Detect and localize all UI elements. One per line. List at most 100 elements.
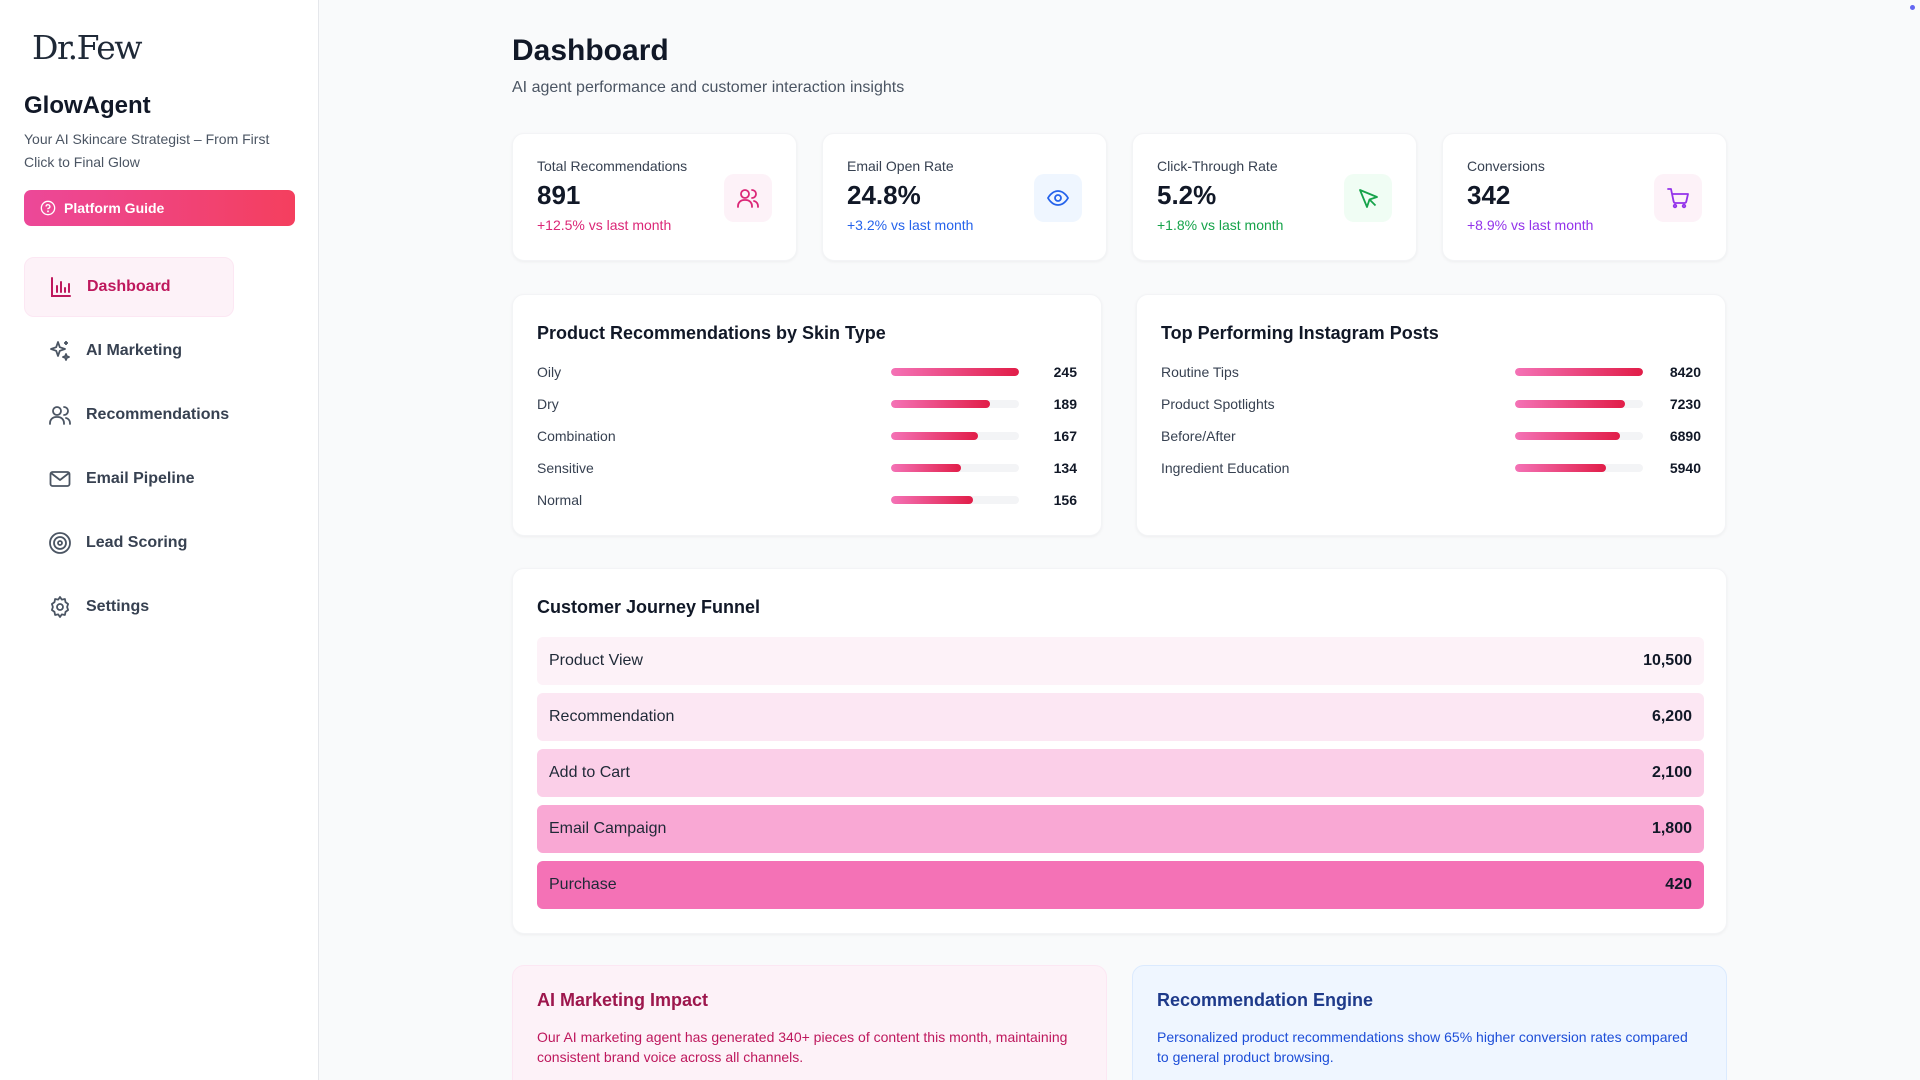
mail-icon [49, 471, 71, 487]
bar-value: 156 [1053, 492, 1077, 508]
bar-value: 8420 [1669, 364, 1701, 380]
bar-fill [1515, 464, 1606, 472]
bar-row: Before/After 6890 [1161, 426, 1701, 446]
instagram-panel: Top Performing Instagram Posts Routine T… [1136, 294, 1726, 536]
bar-value: 6890 [1669, 428, 1701, 444]
bar-row: Ingredient Education 5940 [1161, 458, 1701, 478]
stat-label: Total Recommendations [537, 158, 688, 174]
stat-card-click-through-rate: Click-Through Rate 5.2% +1.8% vs last mo… [1132, 133, 1417, 261]
sidebar-item-ai-marketing[interactable]: AI Marketing [24, 321, 234, 381]
funnel-stage: Email Campaign 1,800 [537, 805, 1704, 853]
bar-row: Product Spotlights 7230 [1161, 394, 1701, 414]
stat-card-recommendations: Total Recommendations 891 +12.5% vs last… [512, 133, 797, 261]
funnel-stage-label: Email Campaign [549, 820, 667, 837]
ai-marketing-impact-card: AI Marketing Impact Our AI marketing age… [512, 965, 1107, 1080]
sidebar-item-lead-scoring[interactable]: Lead Scoring [24, 513, 234, 573]
bar-fill [891, 496, 973, 504]
help-circle-icon [40, 200, 56, 216]
bar-value: 189 [1053, 396, 1077, 412]
funnel-stage: Product View 10,500 [537, 637, 1704, 685]
bar-row: Sensitive 134 [537, 458, 1077, 478]
bar-value: 7230 [1669, 396, 1701, 412]
bar-track [891, 432, 1019, 440]
target-icon [49, 532, 71, 554]
funnel-stage-value: 10,500 [1643, 652, 1692, 669]
funnel-stage-value: 420 [1665, 876, 1692, 893]
bar-track [891, 464, 1019, 472]
bar-fill [1515, 400, 1626, 408]
sidebar-item-label: Recommendations [86, 406, 230, 423]
funnel-stage-value: 1,800 [1651, 820, 1692, 837]
app-subtitle: Your AI Skincare Strategist – From First… [24, 131, 270, 170]
funnel-stage: Add to Cart 2,100 [537, 749, 1704, 797]
platform-guide-button[interactable]: Platform Guide [24, 190, 295, 226]
bar-fill [891, 400, 990, 408]
sidebar-item-label: AI Marketing [86, 342, 183, 359]
funnel-stage: Recommendation 6,200 [537, 693, 1704, 741]
funnel-stage-label: Add to Cart [549, 764, 630, 781]
users-icon [737, 189, 759, 208]
stat-label: Conversions [1467, 158, 1545, 174]
panel-title: Top Performing Instagram Posts [1161, 323, 1439, 343]
insight-title: Recommendation Engine [1157, 990, 1374, 1010]
sidebar-item-label: Lead Scoring [86, 534, 188, 551]
sidebar-item-email-pipeline[interactable]: Email Pipeline [24, 449, 234, 509]
bar-row: Normal 156 [537, 490, 1077, 510]
funnel-stage-value: 2,100 [1651, 764, 1692, 781]
sidebar-item-dashboard[interactable]: Dashboard [24, 257, 234, 317]
panel-title: Product Recommendations by Skin Type [537, 323, 886, 343]
bar-track [891, 400, 1019, 408]
bar-value: 167 [1053, 428, 1077, 444]
stat-icon-box [1654, 174, 1702, 222]
sidebar-item-label: Dashboard [87, 278, 171, 295]
bar-track [891, 368, 1019, 376]
page-subtitle: AI agent performance and customer intera… [512, 79, 905, 96]
insight-text: Personalized product recommendations sho… [1157, 1029, 1688, 1065]
bar-fill [891, 432, 979, 440]
page-title: Dashboard [512, 34, 669, 67]
stat-card-conversions: Conversions 342 +8.9% vs last month [1442, 133, 1727, 261]
recommendation-engine-card: Recommendation Engine Personalized produ… [1132, 965, 1727, 1080]
stat-icon-box [1344, 174, 1392, 222]
sidebar-item-label: Settings [86, 598, 150, 615]
users-icon [49, 406, 71, 425]
bar-fill [1515, 432, 1620, 440]
sidebar-item-label: Email Pipeline [86, 470, 195, 487]
insight-text: Our AI marketing agent has generated 340… [537, 1029, 1068, 1065]
bar-row: Combination 167 [537, 426, 1077, 446]
bar-row: Dry 189 [537, 394, 1077, 414]
stat-icon-box [724, 174, 772, 222]
funnel-stage-label: Recommendation [549, 708, 675, 725]
funnel-stage: Purchase 420 [537, 861, 1704, 909]
sidebar-item-settings[interactable]: Settings [24, 577, 234, 637]
bar-track [1515, 432, 1643, 440]
platform-guide-label: Platform Guide [64, 200, 165, 216]
app-title: GlowAgent [24, 92, 151, 119]
stat-label: Click-Through Rate [1157, 158, 1278, 174]
bar-track [1515, 464, 1643, 472]
eye-icon [1046, 190, 1070, 206]
sparkles-icon [50, 341, 70, 361]
bar-value: 134 [1053, 460, 1077, 476]
stat-icon-box [1034, 174, 1082, 222]
bar-track [891, 496, 1019, 504]
bar-track [1515, 368, 1643, 376]
bar-track [1515, 400, 1643, 408]
status-dot [1910, 5, 1915, 10]
cart-icon [1667, 188, 1689, 209]
sidebar-item-recommendations[interactable]: Recommendations [24, 385, 234, 445]
bar-row: Oily 245 [537, 362, 1077, 382]
bar-value: 245 [1053, 364, 1077, 380]
bar-row: Routine Tips 8420 [1161, 362, 1701, 382]
funnel-stage-value: 6,200 [1651, 708, 1692, 725]
stat-label: Email Open Rate [847, 158, 954, 174]
bar-fill [891, 464, 962, 472]
sidebar: Dr.Few GlowAgent Your AI Skincare Strate… [0, 0, 319, 1080]
funnel-panel: Customer Journey Funnel Product View 10,5… [512, 568, 1727, 934]
gear-icon [51, 596, 69, 618]
panel-title: Customer Journey Funnel [537, 597, 761, 617]
bar-fill [1515, 368, 1643, 376]
sidebar-nav: Dashboard AI Marketing Recommendations E… [24, 257, 234, 641]
bar-value: 5940 [1669, 460, 1701, 476]
insight-title: AI Marketing Impact [537, 990, 709, 1010]
